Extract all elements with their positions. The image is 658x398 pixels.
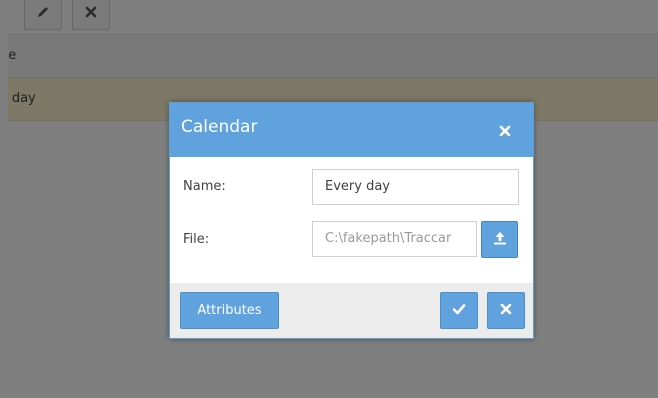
name-field[interactable]: Every day <box>312 169 519 205</box>
attributes-button[interactable]: Attributes <box>180 292 279 329</box>
upload-button[interactable] <box>481 221 518 258</box>
close-icon <box>500 303 512 319</box>
save-button[interactable] <box>440 292 478 329</box>
attributes-button-label: Attributes <box>197 303 262 318</box>
dialog-close-button[interactable] <box>495 121 515 141</box>
file-path-field[interactable]: C:\fakepath\Traccar <box>312 221 477 257</box>
name-label: Name: <box>183 179 226 194</box>
cancel-button[interactable] <box>487 292 525 329</box>
dialog-header: Calendar <box>170 103 533 157</box>
check-icon <box>451 301 467 321</box>
upload-icon <box>492 230 508 250</box>
dialog-title: Calendar <box>181 117 258 137</box>
dialog-footer: Attributes <box>170 283 533 338</box>
close-icon <box>499 122 511 141</box>
calendar-dialog: Calendar Name: Every day File: C:\fakepa… <box>169 102 534 339</box>
file-label: File: <box>183 232 210 247</box>
